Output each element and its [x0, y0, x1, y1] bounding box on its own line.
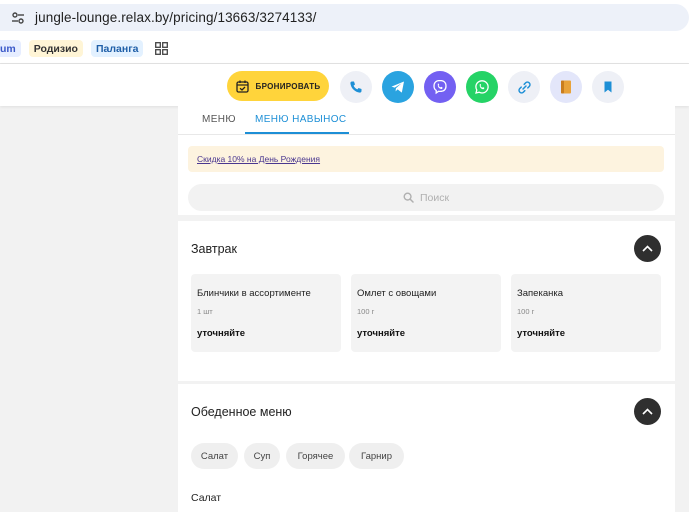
item-weight: 100 г — [517, 307, 535, 316]
whatsapp-button[interactable] — [466, 71, 498, 103]
book-button[interactable]: БРОНИРОВАТЬ — [227, 71, 329, 101]
item-name: Блинчики в ассортименте — [197, 288, 311, 299]
promo-banner-link[interactable]: Скидка 10% на День Рождения — [188, 146, 664, 172]
link-icon — [517, 80, 531, 94]
item-price: уточняйте — [517, 328, 566, 339]
item-price: уточняйте — [197, 328, 246, 339]
menu-item-card[interactable]: Блинчики в ассортименте 1 шт уточняйте — [191, 274, 341, 352]
item-weight: 100 г — [357, 307, 375, 316]
bookmarks-bar: um Родизио Паланга — [0, 34, 689, 64]
telegram-button[interactable] — [382, 71, 414, 103]
item-weight: 1 шт — [197, 307, 213, 316]
tab-menu[interactable]: МЕНЮ — [202, 114, 236, 125]
viber-icon — [433, 79, 447, 95]
menu-item-card[interactable]: Омлет с овощами 100 г уточняйте — [351, 274, 501, 352]
menu-book-button[interactable] — [550, 71, 582, 103]
action-bar: БРОНИРОВАТЬ — [0, 64, 689, 106]
copy-link-button[interactable] — [508, 71, 540, 103]
search-icon — [403, 192, 414, 203]
bookmark-um[interactable]: um — [0, 40, 21, 57]
browser-address-bar: jungle-lounge.relax.by/pricing/13663/327… — [0, 0, 689, 34]
bookmark-button[interactable] — [592, 71, 624, 103]
chevron-up-icon — [642, 245, 653, 252]
whatsapp-icon — [475, 80, 489, 94]
menu-item-card[interactable]: Запеканка 100 г уточняйте — [511, 274, 661, 352]
category-chip-salad[interactable]: Салат — [191, 443, 238, 469]
section-title: Обеденное меню — [191, 405, 292, 419]
menu-section-lunch: Обеденное меню Салат Суп Горячее Гарнир … — [178, 384, 675, 512]
menu-header-panel: МЕНЮ МЕНЮ НАВЫНОС Скидка 10% на День Рож… — [178, 106, 675, 215]
telegram-icon — [391, 81, 404, 93]
phone-icon — [350, 81, 362, 93]
phone-button[interactable] — [340, 71, 372, 103]
url-field[interactable]: jungle-lounge.relax.by/pricing/13663/327… — [0, 4, 689, 31]
apps-grid-icon[interactable] — [155, 42, 169, 55]
category-chip-hot[interactable]: Горячее — [286, 443, 345, 469]
collapse-section-button[interactable] — [634, 398, 661, 425]
subcategory-title: Салат — [191, 492, 222, 504]
menu-book-icon — [561, 80, 571, 94]
menu-section-breakfast: Завтрак Блинчики в ассортименте 1 шт уто… — [178, 221, 675, 381]
calendar-check-icon — [235, 80, 249, 93]
search-input[interactable]: Поиск — [188, 184, 664, 211]
collapse-section-button[interactable] — [634, 235, 661, 262]
category-chip-soup[interactable]: Суп — [244, 443, 280, 469]
active-tab-indicator — [245, 132, 349, 134]
menu-tabs: МЕНЮ МЕНЮ НАВЫНОС — [178, 106, 675, 135]
item-name: Омлет с овощами — [357, 288, 437, 299]
site-settings-icon[interactable] — [11, 11, 25, 25]
bookmark-icon — [604, 81, 612, 93]
search-placeholder: Поиск — [419, 191, 450, 204]
url-text[interactable]: jungle-lounge.relax.by/pricing/13663/327… — [35, 10, 316, 25]
bookmark-rodizio[interactable]: Родизио — [28, 40, 83, 57]
viber-button[interactable] — [424, 71, 456, 103]
tab-takeaway-menu[interactable]: МЕНЮ НАВЫНОС — [255, 114, 347, 125]
item-price: уточняйте — [357, 328, 406, 339]
chevron-up-icon — [642, 408, 653, 415]
book-button-label: БРОНИРОВАТЬ — [255, 81, 321, 91]
category-chip-garnish[interactable]: Гарнир — [349, 443, 404, 469]
bookmark-palanga[interactable]: Паланга — [90, 40, 144, 57]
section-title: Завтрак — [191, 242, 237, 256]
item-name: Запеканка — [517, 288, 563, 299]
